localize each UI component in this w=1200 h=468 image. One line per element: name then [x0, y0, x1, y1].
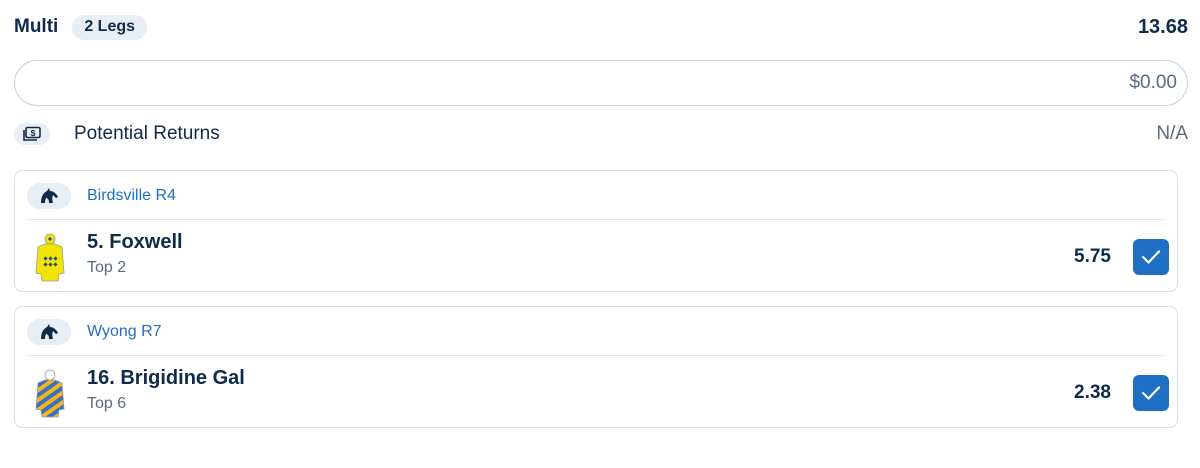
leg-odds: 2.38 [1074, 382, 1111, 403]
total-odds: 13.68 [1137, 15, 1188, 38]
race-row: Wyong R7 [27, 317, 1165, 347]
runner-name: 5. Foxwell [87, 231, 183, 253]
race-name[interactable]: Wyong R7 [87, 323, 162, 341]
svg-text:$: $ [31, 128, 36, 138]
bet-slip-header: Multi 2 Legs 13.68 $0.00 $ Potential Ret… [0, 0, 1200, 159]
leg-select-checkbox[interactable] [1133, 375, 1169, 411]
check-icon [1141, 250, 1161, 264]
runner-row: 16. Brigidine Gal Top 6 2.38 [27, 361, 1169, 425]
potential-returns-label: Potential Returns [74, 123, 220, 144]
bet-type-label: Multi [14, 16, 59, 37]
leg-card: Birdsville R4 5. Foxwell Top 2 5.75 [14, 170, 1178, 292]
leg-card: Wyong R7 16. Brigidine Gal Top 6 2.38 [14, 306, 1178, 428]
race-name[interactable]: Birdsville R4 [87, 187, 176, 205]
stake-value: $0.00 [1129, 72, 1177, 93]
market-label: Top 2 [87, 259, 127, 276]
race-row: Birdsville R4 [27, 181, 1165, 211]
divider [27, 355, 1165, 356]
potential-returns-value: N/A [1156, 123, 1188, 144]
potential-returns-row: $ Potential Returns N/A [14, 120, 1188, 148]
horse-racing-icon [27, 319, 71, 345]
stake-input[interactable]: $0.00 [14, 60, 1188, 106]
jockey-silks-icon [35, 233, 65, 282]
horse-racing-icon [27, 183, 71, 209]
leg-odds: 5.75 [1074, 246, 1111, 267]
divider [27, 219, 1165, 220]
runner-row: 5. Foxwell Top 2 5.75 [27, 225, 1169, 289]
jockey-silks-icon [35, 369, 65, 418]
legs-count-badge: 2 Legs [72, 14, 148, 40]
runner-name: 16. Brigidine Gal [87, 367, 245, 389]
leg-select-checkbox[interactable] [1133, 239, 1169, 275]
market-label: Top 6 [87, 395, 127, 412]
money-icon: $ [14, 123, 50, 145]
multi-title-row: Multi 2 Legs 13.68 [14, 10, 1188, 44]
check-icon [1141, 386, 1161, 400]
